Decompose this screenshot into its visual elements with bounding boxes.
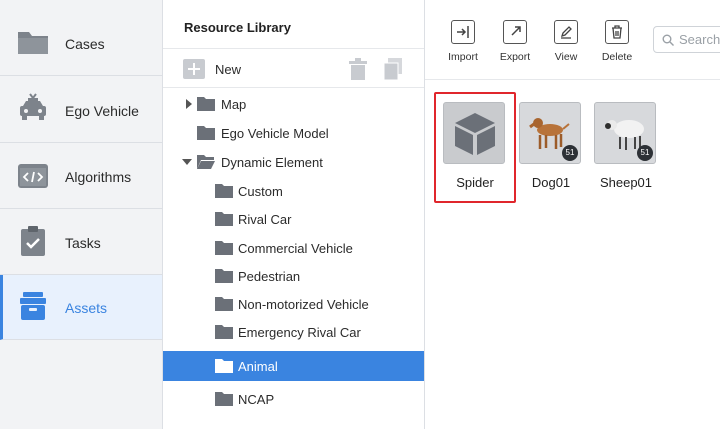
asset-content-panel: Import Export View Delete Search Spider … [425, 0, 720, 429]
trash-icon[interactable] [348, 58, 368, 80]
tree-toolbar: New [163, 48, 424, 88]
tree-item-label: NCAP [238, 392, 275, 407]
tree-item-dynamic-element[interactable]: Dynamic Element [163, 148, 424, 176]
folder-icon [215, 241, 233, 255]
copy-icon[interactable] [383, 58, 403, 80]
folder-icon [215, 325, 233, 339]
nav-label: Ego Vehicle [65, 103, 139, 119]
asset-card-dog01[interactable]: 51 Dog01 [519, 102, 583, 190]
export-label: Export [499, 51, 531, 63]
folder-icon [215, 212, 233, 226]
nav-item-tasks[interactable]: Tasks [0, 209, 162, 275]
archive-box-icon [20, 292, 46, 320]
asset-thumbnail: 51 [519, 102, 581, 164]
tree-item-label: Animal [238, 359, 278, 374]
tree-item-label: Custom [238, 184, 283, 199]
folder-icon [215, 359, 233, 373]
import-button[interactable]: Import [436, 20, 490, 63]
tree-item-label: Commercial Vehicle [238, 241, 353, 256]
tree-item-ncap[interactable]: NCAP [163, 385, 424, 413]
nav-label: Tasks [65, 235, 101, 251]
selection-highlight [434, 92, 516, 203]
asset-count-badge: 51 [637, 145, 653, 161]
tree-item-non-motorized-vehicle[interactable]: Non-motorized Vehicle [163, 290, 424, 318]
nav-item-algorithms[interactable]: Algorithms [0, 143, 162, 209]
search-placeholder: Search [679, 32, 720, 47]
code-icon [18, 164, 48, 188]
folder-icon [197, 126, 215, 140]
side-nav: Cases Ego Vehicle Algorithms Tasks Asset… [0, 0, 163, 429]
view-label: View [554, 51, 578, 63]
new-button[interactable]: New [183, 58, 241, 80]
asset-count-badge: 51 [562, 145, 578, 161]
tree-item-label: Pedestrian [238, 269, 301, 284]
plus-icon [183, 59, 205, 79]
folder-icon [215, 392, 233, 406]
tree-item-label: Map [221, 97, 247, 112]
tree-item-label: Dynamic Element [221, 155, 323, 170]
folder-icon [215, 269, 233, 283]
asset-card-sheep01[interactable]: 51 Sheep01 [594, 102, 658, 190]
delete-button[interactable]: Delete [590, 20, 644, 63]
folder-icon [215, 297, 233, 311]
tree-item-map[interactable]: Map [163, 90, 424, 118]
tree-item-ego-vehicle-model[interactable]: Ego Vehicle Model [163, 119, 424, 147]
nav-item-assets[interactable]: Assets [0, 275, 162, 340]
nav-item-cases[interactable]: Cases [0, 0, 162, 76]
asset-thumbnail: 51 [594, 102, 656, 164]
clipboard-check-icon [21, 226, 45, 256]
folder-icon [197, 97, 215, 111]
resource-library-panel: Resource Library New Map Ego Vehicle Mod… [163, 0, 425, 429]
caret-right-icon[interactable] [184, 99, 194, 109]
car-icon [20, 93, 46, 120]
search-input[interactable]: Search [653, 26, 720, 53]
tree-item-custom[interactable]: Custom [163, 177, 424, 205]
asset-toolbar: Import Export View Delete Search [425, 0, 720, 80]
tree-item-emergency-rival-car[interactable]: Emergency Rival Car [163, 318, 424, 346]
nav-label: Assets [65, 300, 108, 316]
export-icon [503, 20, 527, 44]
folder-icon [18, 32, 48, 54]
folder-open-icon [197, 155, 215, 169]
tree-item-commercial-vehicle[interactable]: Commercial Vehicle [163, 234, 424, 262]
tree-item-label: Rival Car [238, 212, 292, 227]
tree-item-animal[interactable]: Animal [163, 351, 424, 381]
nav-item-ego-vehicle[interactable]: Ego Vehicle [0, 76, 162, 143]
export-button[interactable]: Export [488, 20, 542, 63]
delete-label: Delete [601, 51, 633, 63]
import-label: Import [448, 51, 478, 63]
caret-down-icon[interactable] [182, 157, 192, 167]
tree-item-label: Non-motorized Vehicle [238, 297, 369, 312]
asset-name: Sheep01 [599, 175, 653, 190]
search-icon [662, 34, 674, 46]
panel-title: Resource Library [184, 20, 291, 35]
view-button[interactable]: View [539, 20, 593, 63]
tree-item-label: Ego Vehicle Model [221, 126, 329, 141]
import-icon [451, 20, 475, 44]
tree-item-label: Emergency Rival Car [238, 325, 361, 340]
nav-label: Algorithms [65, 169, 132, 185]
edit-icon [554, 20, 578, 44]
asset-name: Dog01 [531, 175, 571, 190]
trash-icon [605, 20, 629, 44]
tree-item-pedestrian[interactable]: Pedestrian [163, 262, 424, 290]
tree-item-rival-car[interactable]: Rival Car [163, 205, 424, 233]
new-button-label: New [215, 61, 242, 77]
folder-icon [215, 184, 233, 198]
nav-label: Cases [65, 36, 105, 52]
